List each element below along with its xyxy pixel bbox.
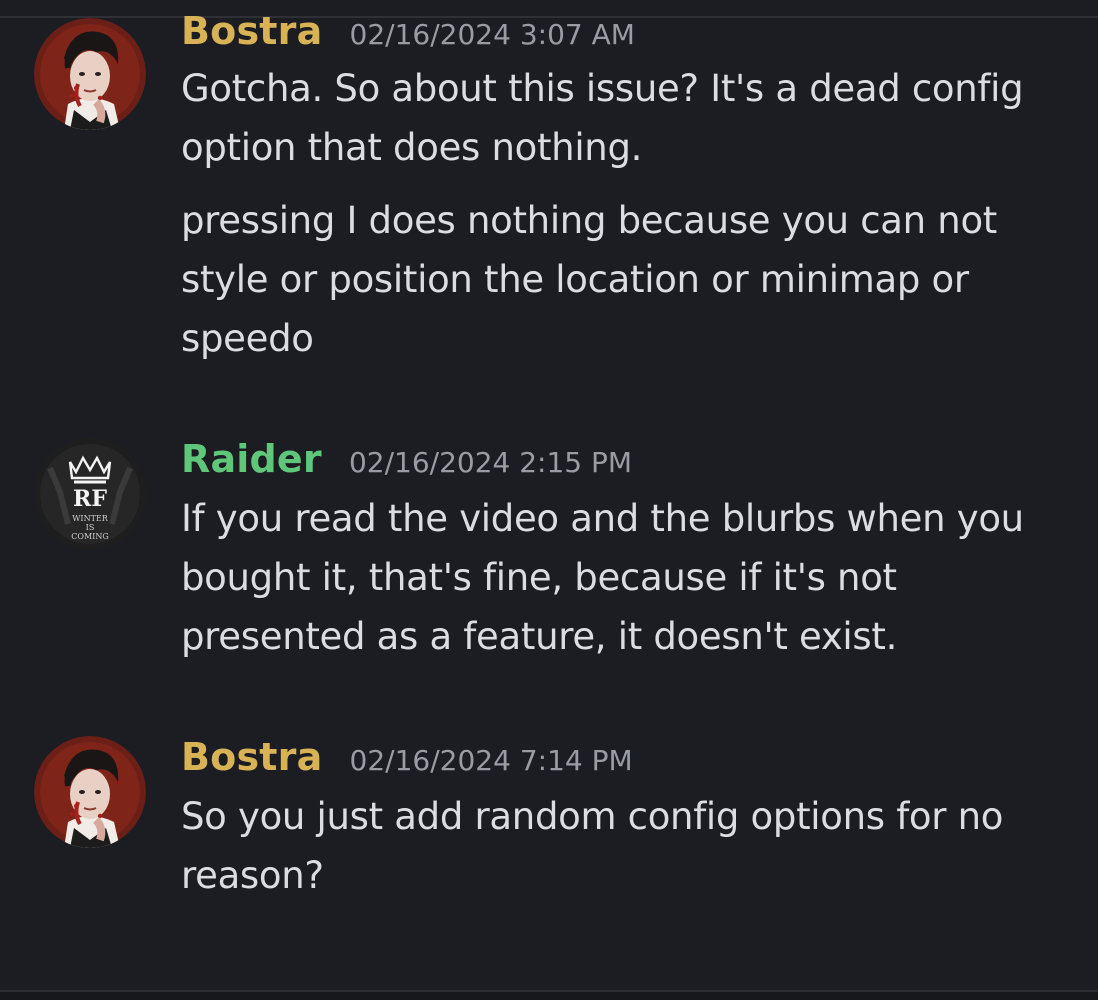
message-header: Bostra 02/16/2024 3:07 AM (181, 6, 635, 56)
message-list[interactable]: Bostra 02/16/2024 3:07 AM Gotcha. So abo… (0, 0, 1098, 990)
message-text: pressing I does nothing because you can … (181, 199, 997, 360)
message-content: So you just add random config options fo… (181, 787, 1061, 905)
username[interactable]: Raider (181, 434, 322, 484)
message-content: Gotcha. So about this issue? It's a dead… (181, 59, 1061, 368)
message-header: Bostra 02/16/2024 7:14 PM (181, 732, 633, 782)
message-text: So you just add random config options fo… (181, 795, 1004, 897)
timestamp: 02/16/2024 3:07 AM (349, 18, 635, 51)
username[interactable]: Bostra (181, 6, 322, 56)
user-avatar-bostra[interactable] (34, 18, 146, 130)
message-text: Gotcha. So about this issue? It's a dead… (181, 67, 1024, 169)
user-avatar-raider[interactable]: RF WINTER IS COMING (34, 438, 146, 550)
bostra-avatar-portrait-icon (34, 736, 146, 848)
message-text: If you read the video and the blurbs whe… (181, 497, 1024, 658)
timestamp: 02/16/2024 2:15 PM (348, 446, 633, 479)
avatar-caption: WINTER IS COMING (71, 514, 109, 541)
bottom-divider (0, 990, 1098, 1000)
svg-text:RF: RF (73, 486, 107, 512)
user-avatar-bostra[interactable] (34, 736, 146, 848)
message-content: If you read the video and the blurbs whe… (181, 489, 1061, 666)
message-header: Raider 02/16/2024 2:15 PM (181, 434, 632, 484)
bostra-avatar-portrait-icon (34, 18, 146, 130)
timestamp: 02/16/2024 7:14 PM (349, 744, 633, 777)
username[interactable]: Bostra (181, 732, 322, 782)
